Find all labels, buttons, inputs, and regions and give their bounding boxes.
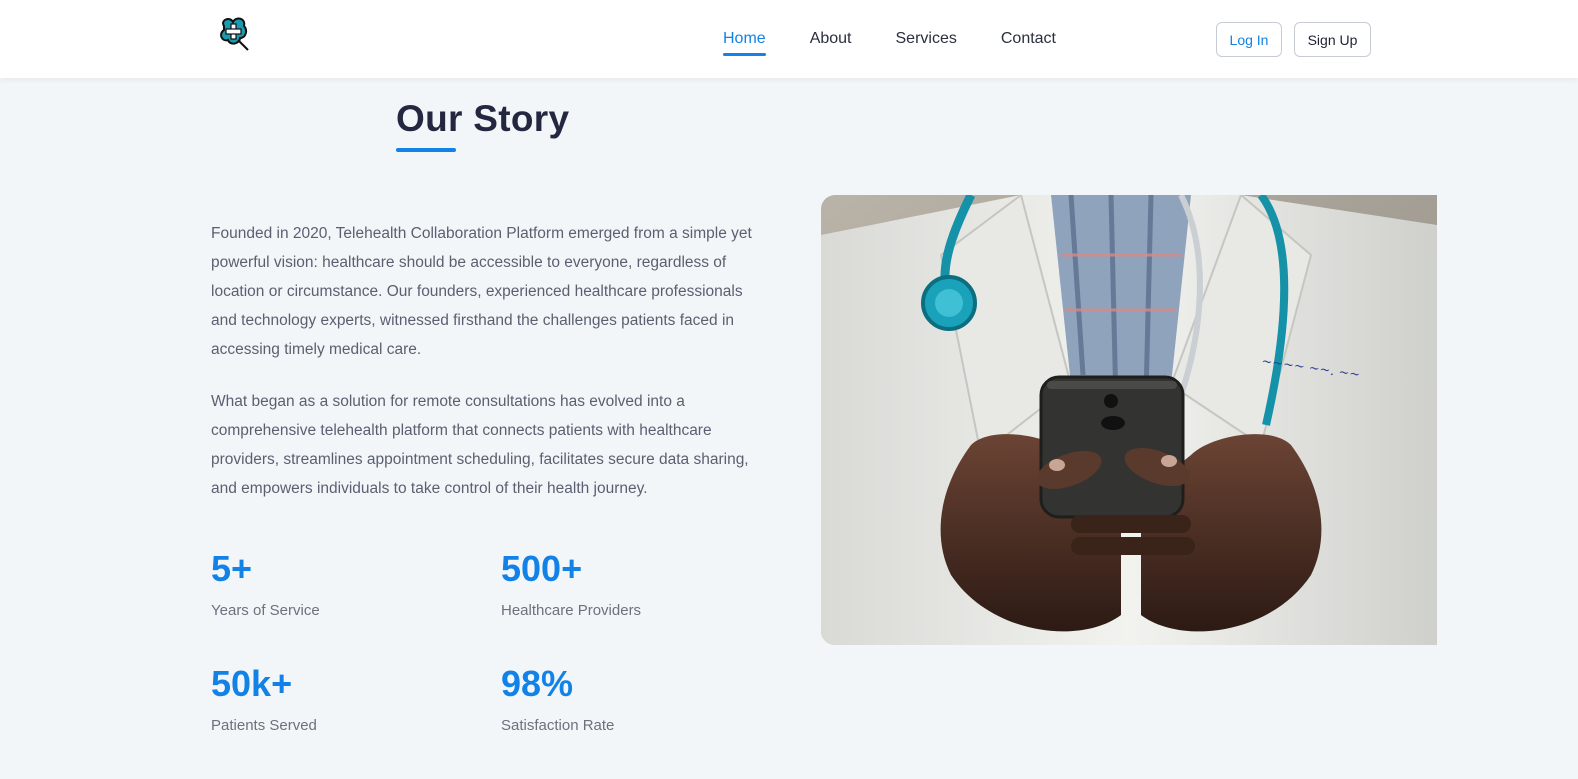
doctor-with-phone-image: ~~~~ ~~. ~~ <box>821 195 1437 645</box>
stat-value: 50k+ <box>211 663 293 704</box>
story-paragraph-1: Founded in 2020, Telehealth Collaboratio… <box>211 225 752 358</box>
stat-years-of-service: 5+ Years of Service <box>211 548 320 620</box>
stat-value: 98% <box>501 663 574 704</box>
nav-link-contact[interactable]: Contact <box>1001 22 1056 56</box>
stat-label: Satisfaction Rate <box>501 717 615 734</box>
nav-link-about[interactable]: About <box>810 22 852 56</box>
story-paragraph-2: What began as a solution for remote cons… <box>211 393 749 497</box>
stat-label: Patients Served <box>211 717 317 734</box>
stat-value: 500+ <box>501 548 583 589</box>
stat-value: 5+ <box>211 548 253 589</box>
stat-patients-served: 50k+ Patients Served <box>211 663 317 735</box>
stat-label: Healthcare Providers <box>501 602 642 619</box>
medical-cross-logo-icon[interactable] <box>218 16 252 54</box>
stat-healthcare-providers: 500+ Healthcare Providers <box>501 548 642 620</box>
stat-satisfaction-rate: 98% Satisfaction Rate <box>501 663 615 735</box>
signup-button[interactable]: Sign Up <box>1294 22 1371 57</box>
page-title: Our Story <box>396 98 570 139</box>
top-navbar: Home About Services Contact Log In Sign … <box>0 0 1578 78</box>
nav-link-services[interactable]: Services <box>896 22 957 56</box>
main-nav: Home About Services Contact <box>723 0 1056 78</box>
stat-label: Years of Service <box>211 602 320 619</box>
login-button[interactable]: Log In <box>1216 22 1282 57</box>
nav-link-home[interactable]: Home <box>723 22 766 56</box>
title-underline <box>396 148 456 152</box>
